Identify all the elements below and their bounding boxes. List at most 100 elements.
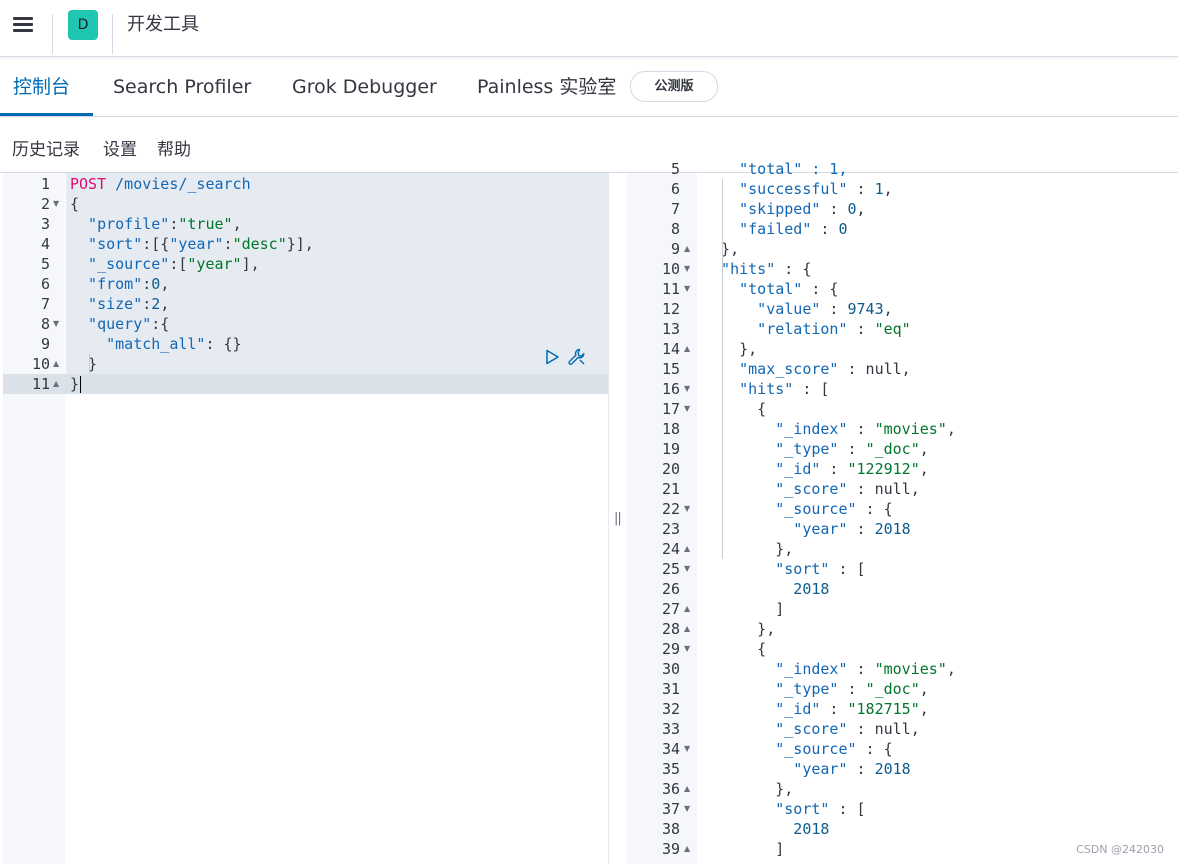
code-token: , xyxy=(919,700,929,718)
code-token: { xyxy=(70,195,80,213)
code-token: :{ xyxy=(151,315,170,333)
resize-handle[interactable]: || xyxy=(614,511,622,526)
fold-open-icon[interactable]: ▼ xyxy=(684,559,694,579)
tab-grok-debugger[interactable]: Grok Debugger xyxy=(292,57,437,116)
fold-close-icon[interactable]: ▲ xyxy=(684,599,694,619)
fold-open-icon[interactable]: ▼ xyxy=(53,314,63,334)
code-token: : [ xyxy=(829,800,866,818)
settings-link[interactable]: 设置 xyxy=(103,138,137,162)
code-line: "successful" : 1, xyxy=(703,179,893,199)
line-number: 25 xyxy=(661,560,680,578)
active-tab-indicator xyxy=(0,113,93,116)
fold-close-icon[interactable]: ▲ xyxy=(684,839,694,859)
line-number: 6 xyxy=(40,275,50,293)
space-avatar[interactable]: D xyxy=(68,10,98,40)
fold-open-icon[interactable]: ▼ xyxy=(684,279,694,299)
code-line: "_index" : "movies", xyxy=(703,419,956,439)
fold-open-icon[interactable]: ▼ xyxy=(684,739,694,759)
code-token: "year" xyxy=(169,235,224,253)
code-token: "eq" xyxy=(874,320,911,338)
line-number: 28 xyxy=(661,620,680,638)
code-token: 2 xyxy=(151,295,161,313)
indent-guide xyxy=(722,179,723,559)
fold-open-icon[interactable]: ▼ xyxy=(684,499,694,519)
fold-close-icon[interactable]: ▲ xyxy=(684,619,694,639)
code-token: "relation" xyxy=(703,320,848,338)
code-token: , xyxy=(160,295,170,313)
line-number: 13 xyxy=(661,320,680,338)
fold-open-icon[interactable]: ▼ xyxy=(684,639,694,659)
code-token: "successful" xyxy=(703,180,848,198)
code-token: 2018 xyxy=(874,520,911,538)
code-token: 2018 xyxy=(874,760,911,778)
line-number: 7 xyxy=(670,200,680,218)
fold-open-icon[interactable]: ▼ xyxy=(684,259,694,279)
wrench-icon[interactable] xyxy=(567,347,587,367)
line-number: 36 xyxy=(661,780,680,798)
code-token: : xyxy=(847,760,875,778)
code-token: ], xyxy=(241,255,260,273)
code-token: : null, xyxy=(847,480,920,498)
code-token: }, xyxy=(703,340,758,358)
text-cursor xyxy=(80,376,81,393)
fold-close-icon[interactable]: ▲ xyxy=(684,239,694,259)
code-token: }, xyxy=(703,780,794,798)
code-token: "sort" xyxy=(703,560,830,578)
fold-close-icon[interactable]: ▲ xyxy=(53,354,63,374)
help-link[interactable]: 帮助 xyxy=(157,138,191,162)
history-link[interactable]: 历史记录 xyxy=(12,138,80,162)
code-token: : xyxy=(820,460,848,478)
code-line: "query":{ xyxy=(70,314,169,334)
code-token: "match_all" xyxy=(70,335,206,353)
line-number: 2 xyxy=(40,195,50,213)
code-line: "failed" : 0 xyxy=(703,219,847,239)
fold-open-icon[interactable]: ▼ xyxy=(684,799,694,819)
fold-open-icon[interactable]: ▼ xyxy=(684,379,694,399)
code-token: "movies" xyxy=(874,660,947,678)
line-number: 8 xyxy=(40,315,50,333)
play-icon[interactable] xyxy=(544,349,560,365)
code-token: "hits" xyxy=(703,260,776,278)
line-number: 23 xyxy=(661,520,680,538)
tab-painless-lab[interactable]: Painless 实验室 xyxy=(477,57,616,116)
line-number: 34 xyxy=(661,740,680,758)
line-number: 4 xyxy=(40,235,50,253)
line-number: 30 xyxy=(661,660,680,678)
fold-close-icon[interactable]: ▲ xyxy=(53,374,63,394)
code-token: , xyxy=(946,660,956,678)
code-token: : xyxy=(223,235,233,253)
fold-close-icon[interactable]: ▲ xyxy=(684,539,694,559)
tab-search-profiler[interactable]: Search Profiler xyxy=(113,57,251,116)
code-token: : xyxy=(847,420,875,438)
request-editor-empty[interactable] xyxy=(66,394,608,864)
code-token: "year" xyxy=(703,760,848,778)
code-line: "total" : 1, xyxy=(703,159,847,179)
tab-console[interactable]: 控制台 xyxy=(13,57,70,116)
code-token: , xyxy=(919,680,929,698)
code-token: , xyxy=(946,420,956,438)
pane-resizer[interactable]: || xyxy=(608,173,628,864)
code-token: 0 xyxy=(151,275,161,293)
fold-close-icon[interactable]: ▲ xyxy=(684,339,694,359)
line-number: 39 xyxy=(661,840,680,858)
code-token: "size" xyxy=(70,295,143,313)
code-line: "_score" : null, xyxy=(703,479,920,499)
code-token: "_score" xyxy=(703,720,848,738)
fold-open-icon[interactable]: ▼ xyxy=(53,194,63,214)
code-token: "profile" xyxy=(70,215,170,233)
code-token: ] xyxy=(703,600,785,618)
line-number: 11 xyxy=(31,375,50,393)
fold-open-icon[interactable]: ▼ xyxy=(684,399,694,419)
app-header: D 开发工具 xyxy=(0,0,1178,57)
code-token: , xyxy=(883,300,893,318)
code-token: "_type" xyxy=(703,440,839,458)
code-token: : xyxy=(847,320,875,338)
code-line: "_source":["year"], xyxy=(70,254,260,274)
line-number: 38 xyxy=(661,820,680,838)
code-line: "value" : 9743, xyxy=(703,299,893,319)
code-token: "desc" xyxy=(232,235,287,253)
menu-icon[interactable] xyxy=(13,15,33,35)
line-number: 15 xyxy=(661,360,680,378)
fold-close-icon[interactable]: ▲ xyxy=(684,779,694,799)
code-token: "_doc" xyxy=(865,440,920,458)
